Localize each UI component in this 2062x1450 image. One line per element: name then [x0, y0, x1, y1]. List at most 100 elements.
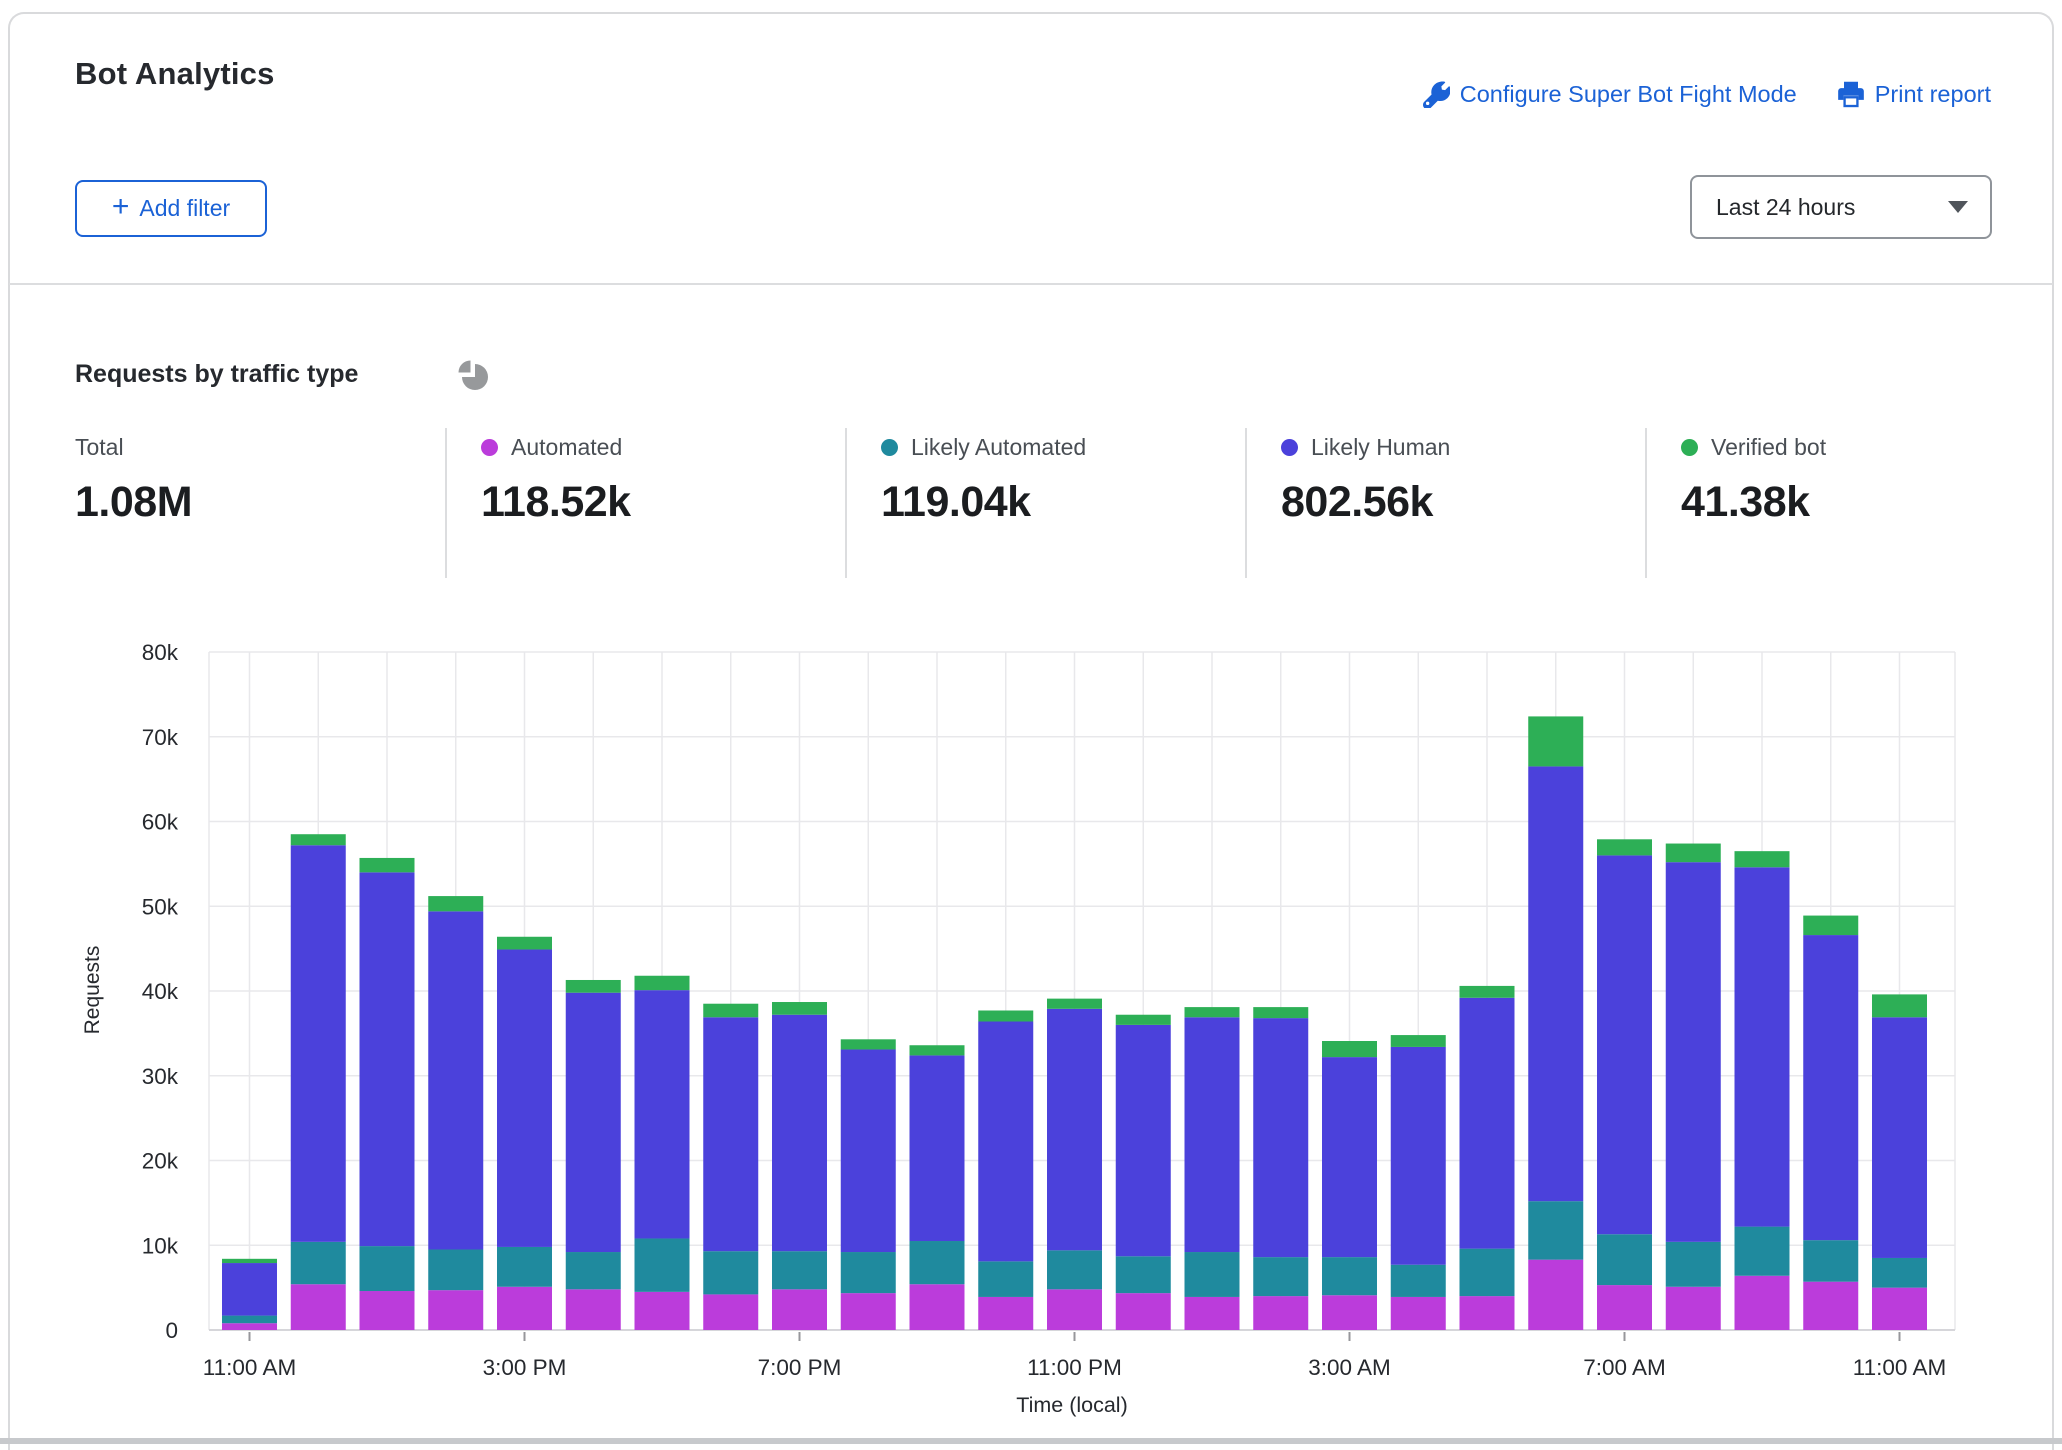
- bar-segment-likely-automated-12[interactable]: [1047, 1250, 1102, 1289]
- bar-segment-verified-bot-24[interactable]: [1872, 994, 1927, 1017]
- bar-segment-likely-human-20[interactable]: [1597, 855, 1652, 1234]
- bar-segment-automated-10[interactable]: [910, 1284, 965, 1330]
- bar-segment-likely-human-16[interactable]: [1322, 1057, 1377, 1257]
- bar-segment-likely-human-22[interactable]: [1735, 867, 1790, 1226]
- bar-segment-automated-21[interactable]: [1666, 1287, 1721, 1330]
- bar-segment-verified-bot-2[interactable]: [360, 858, 415, 872]
- bar-segment-likely-automated-7[interactable]: [703, 1251, 758, 1294]
- bar-segment-automated-11[interactable]: [978, 1297, 1033, 1330]
- bar-segment-likely-human-12[interactable]: [1047, 1009, 1102, 1251]
- bar-segment-verified-bot-0[interactable]: [222, 1259, 277, 1263]
- bar-segment-automated-23[interactable]: [1803, 1282, 1858, 1330]
- bar-segment-automated-15[interactable]: [1253, 1296, 1308, 1330]
- bar-segment-likely-automated-5[interactable]: [566, 1252, 621, 1289]
- bar-segment-likely-automated-20[interactable]: [1597, 1234, 1652, 1285]
- bar-segment-verified-bot-1[interactable]: [291, 834, 346, 845]
- bar-segment-likely-automated-23[interactable]: [1803, 1240, 1858, 1282]
- bar-segment-verified-bot-14[interactable]: [1185, 1007, 1240, 1017]
- bar-segment-verified-bot-4[interactable]: [497, 937, 552, 950]
- bar-segment-automated-13[interactable]: [1116, 1293, 1171, 1330]
- bar-segment-automated-8[interactable]: [772, 1289, 827, 1330]
- bar-segment-automated-20[interactable]: [1597, 1285, 1652, 1330]
- bar-segment-verified-bot-11[interactable]: [978, 1010, 1033, 1021]
- bar-segment-likely-human-5[interactable]: [566, 993, 621, 1252]
- bar-segment-likely-automated-13[interactable]: [1116, 1256, 1171, 1293]
- bar-segment-automated-19[interactable]: [1528, 1260, 1583, 1330]
- bar-segment-likely-automated-16[interactable]: [1322, 1257, 1377, 1295]
- bar-segment-likely-automated-9[interactable]: [841, 1252, 896, 1293]
- bar-segment-likely-automated-21[interactable]: [1666, 1242, 1721, 1287]
- bar-segment-likely-automated-1[interactable]: [291, 1242, 346, 1284]
- bar-segment-likely-automated-3[interactable]: [428, 1249, 483, 1290]
- bar-segment-verified-bot-7[interactable]: [703, 1004, 758, 1018]
- bar-segment-automated-5[interactable]: [566, 1289, 621, 1330]
- bar-segment-verified-bot-9[interactable]: [841, 1039, 896, 1049]
- bar-segment-likely-human-15[interactable]: [1253, 1018, 1308, 1257]
- bar-segment-automated-14[interactable]: [1185, 1297, 1240, 1330]
- bar-segment-automated-6[interactable]: [635, 1292, 690, 1330]
- bar-segment-likely-human-17[interactable]: [1391, 1047, 1446, 1265]
- bar-segment-likely-human-7[interactable]: [703, 1017, 758, 1251]
- bar-segment-likely-automated-22[interactable]: [1735, 1227, 1790, 1276]
- bar-segment-likely-automated-17[interactable]: [1391, 1265, 1446, 1297]
- bar-segment-likely-human-6[interactable]: [635, 990, 690, 1238]
- bar-segment-likely-automated-8[interactable]: [772, 1251, 827, 1289]
- bar-segment-verified-bot-19[interactable]: [1528, 716, 1583, 766]
- bar-segment-verified-bot-22[interactable]: [1735, 851, 1790, 867]
- bar-segment-automated-0[interactable]: [222, 1323, 277, 1330]
- bar-segment-likely-automated-24[interactable]: [1872, 1258, 1927, 1288]
- bar-segment-likely-automated-2[interactable]: [360, 1246, 415, 1291]
- bar-segment-automated-7[interactable]: [703, 1294, 758, 1330]
- bar-segment-likely-automated-0[interactable]: [222, 1316, 277, 1324]
- bar-segment-likely-human-2[interactable]: [360, 872, 415, 1246]
- bar-segment-likely-automated-6[interactable]: [635, 1238, 690, 1291]
- bar-segment-verified-bot-3[interactable]: [428, 896, 483, 911]
- bar-segment-likely-human-13[interactable]: [1116, 1025, 1171, 1256]
- bar-segment-likely-automated-14[interactable]: [1185, 1252, 1240, 1297]
- bar-segment-verified-bot-13[interactable]: [1116, 1015, 1171, 1025]
- bar-segment-verified-bot-16[interactable]: [1322, 1041, 1377, 1057]
- bar-segment-likely-human-21[interactable]: [1666, 862, 1721, 1242]
- bar-segment-verified-bot-12[interactable]: [1047, 999, 1102, 1009]
- bar-segment-verified-bot-20[interactable]: [1597, 839, 1652, 855]
- bar-segment-verified-bot-21[interactable]: [1666, 844, 1721, 863]
- bar-segment-likely-human-9[interactable]: [841, 1049, 896, 1252]
- bar-segment-likely-human-4[interactable]: [497, 949, 552, 1246]
- bar-segment-automated-22[interactable]: [1735, 1276, 1790, 1330]
- bar-segment-automated-9[interactable]: [841, 1293, 896, 1330]
- bar-segment-automated-17[interactable]: [1391, 1297, 1446, 1330]
- bar-segment-likely-human-11[interactable]: [978, 1022, 1033, 1262]
- bar-segment-verified-bot-17[interactable]: [1391, 1035, 1446, 1047]
- bar-segment-verified-bot-10[interactable]: [910, 1045, 965, 1055]
- bar-segment-likely-automated-18[interactable]: [1460, 1249, 1515, 1296]
- bar-segment-automated-3[interactable]: [428, 1290, 483, 1330]
- bar-segment-automated-24[interactable]: [1872, 1288, 1927, 1330]
- bar-segment-likely-human-19[interactable]: [1528, 766, 1583, 1201]
- bar-segment-verified-bot-23[interactable]: [1803, 916, 1858, 935]
- bar-segment-automated-12[interactable]: [1047, 1289, 1102, 1330]
- bar-segment-automated-2[interactable]: [360, 1291, 415, 1330]
- bar-segment-likely-human-1[interactable]: [291, 845, 346, 1242]
- bar-segment-likely-automated-4[interactable]: [497, 1247, 552, 1287]
- bar-segment-likely-human-23[interactable]: [1803, 935, 1858, 1240]
- bar-segment-automated-18[interactable]: [1460, 1296, 1515, 1330]
- bar-segment-verified-bot-5[interactable]: [566, 980, 621, 993]
- bar-segment-verified-bot-18[interactable]: [1460, 986, 1515, 998]
- bar-segment-likely-automated-10[interactable]: [910, 1241, 965, 1284]
- bar-segment-verified-bot-6[interactable]: [635, 976, 690, 990]
- bar-segment-verified-bot-8[interactable]: [772, 1002, 827, 1015]
- bar-segment-likely-human-0[interactable]: [222, 1263, 277, 1316]
- bar-segment-likely-automated-11[interactable]: [978, 1261, 1033, 1297]
- bar-segment-likely-human-8[interactable]: [772, 1015, 827, 1251]
- bar-segment-automated-16[interactable]: [1322, 1295, 1377, 1330]
- bar-segment-likely-human-18[interactable]: [1460, 998, 1515, 1249]
- bar-segment-likely-automated-15[interactable]: [1253, 1257, 1308, 1296]
- bar-segment-likely-human-10[interactable]: [910, 1055, 965, 1241]
- bar-segment-likely-human-24[interactable]: [1872, 1017, 1927, 1258]
- bar-segment-automated-4[interactable]: [497, 1287, 552, 1330]
- bar-segment-verified-bot-15[interactable]: [1253, 1007, 1308, 1018]
- bar-segment-likely-human-3[interactable]: [428, 911, 483, 1249]
- bar-segment-automated-1[interactable]: [291, 1284, 346, 1330]
- bar-segment-likely-human-14[interactable]: [1185, 1017, 1240, 1252]
- bar-segment-likely-automated-19[interactable]: [1528, 1201, 1583, 1259]
